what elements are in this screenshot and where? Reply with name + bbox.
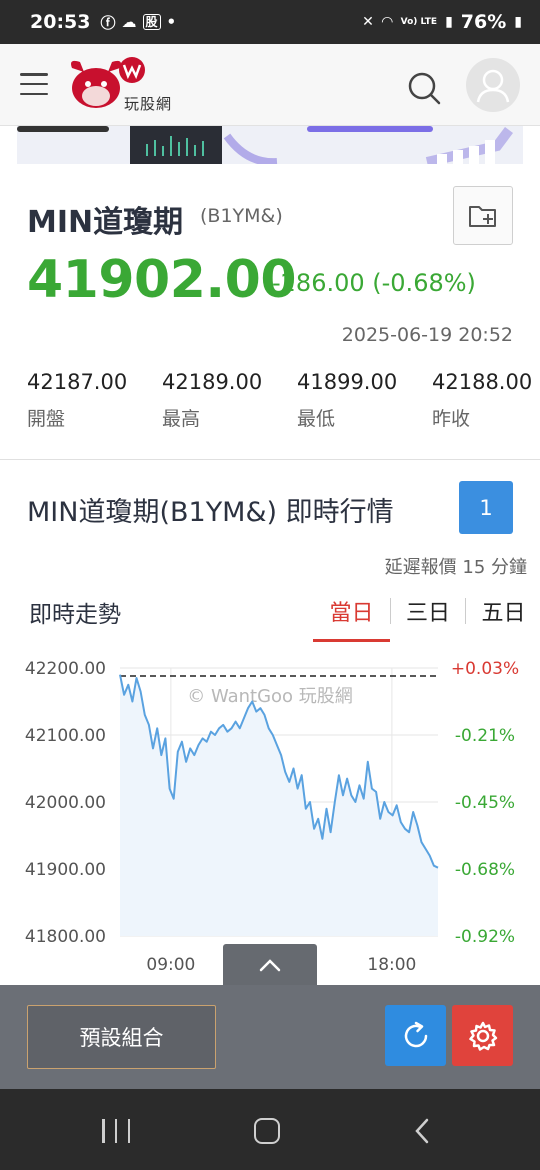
last-price: 41902.00: [27, 250, 297, 310]
add-to-folder-button[interactable]: [453, 186, 513, 245]
tab-three-day[interactable]: 三日: [391, 590, 465, 642]
promo-banner[interactable]: [17, 126, 523, 164]
period-tabs: 當日 三日 五日: [313, 590, 540, 642]
instrument-code: (B1YM&): [200, 205, 283, 227]
stat-label: 昨收: [432, 408, 471, 430]
status-bar: 20:53 ⓕ ☁ 股 • ✕ ◠ Vo) LTE ▮ 76% ▮: [0, 0, 540, 44]
logo-text: 玩股網: [124, 95, 173, 113]
banner-graphic: [17, 126, 513, 164]
refresh-icon: [404, 1021, 427, 1047]
stat-prev-close: 42188.00 昨收: [432, 370, 540, 431]
y-right-tick-label: -0.45%: [455, 793, 515, 813]
preset-button[interactable]: 預設組合: [27, 1005, 216, 1069]
stat-label: 最低: [297, 408, 336, 430]
mute-icon: ✕: [362, 14, 374, 30]
status-notification-icons: ⓕ ☁ 股 •: [100, 12, 176, 33]
wifi-icon: ◠: [381, 14, 393, 30]
battery-icon: ▮: [514, 14, 522, 30]
y-right-tick-label: +0.03%: [451, 659, 519, 679]
home-icon[interactable]: [254, 1118, 280, 1144]
folder-plus-icon: [469, 205, 496, 227]
back-icon[interactable]: [410, 1117, 436, 1145]
instrument-name: MIN道瓊期: [27, 205, 184, 240]
hamburger-icon[interactable]: [20, 73, 48, 95]
battery-level: 76%: [460, 11, 507, 33]
y-right-tick-label: -0.92%: [455, 927, 515, 947]
collapse-button[interactable]: [223, 944, 317, 986]
tab-five-day[interactable]: 五日: [466, 590, 540, 642]
chart-svg: 42200.00 +0.03% 42100.00 -0.21% 42000.00 -0.4…: [25, 659, 519, 975]
y-right-tick-label: -0.21%: [455, 726, 515, 746]
quote-card: MIN道瓊期 (B1YM&) 41902.00 -286.00 (-0.68%)…: [0, 165, 540, 460]
chart-watermark: © WantGoo 玩股網: [187, 686, 353, 707]
intraday-chart[interactable]: 42200.00 +0.03% 42100.00 -0.21% 42000.00 -0.4…: [0, 650, 540, 985]
stat-high: 42189.00 最高: [162, 370, 297, 431]
gear-icon: [468, 1021, 497, 1051]
settings-button[interactable]: [452, 1005, 513, 1066]
stat-label: 最高: [162, 408, 201, 430]
cloud-icon: ☁: [121, 13, 137, 31]
stat-value: 41899.00: [297, 370, 398, 394]
y-tick-label: 42000.00: [25, 793, 106, 813]
ohlc-stats: 42187.00 開盤 42189.00 最高 41899.00 最低 4218…: [27, 370, 540, 440]
stat-value: 42188.00: [432, 370, 533, 394]
stat-label: 開盤: [27, 408, 66, 430]
delay-note: 延遲報價 15 分鐘: [384, 557, 527, 578]
status-time: 20:53: [30, 11, 91, 33]
stat-open: 42187.00 開盤: [27, 370, 162, 431]
y-tick-label: 41800.00: [25, 927, 106, 947]
bottom-toolbar: 預設組合: [0, 985, 540, 1089]
stat-low: 41899.00 最低: [297, 370, 432, 431]
search-icon[interactable]: [406, 70, 442, 106]
signal-text: Vo) LTE: [400, 17, 438, 27]
signal-icon: ▮: [445, 14, 453, 30]
x-tick-label: 18:00: [367, 955, 416, 975]
refresh-button[interactable]: [385, 1005, 446, 1066]
user-icon: [476, 69, 510, 103]
y-tick-label: 42100.00: [25, 726, 106, 746]
dot-icon: •: [166, 13, 177, 31]
stat-value: 42187.00: [27, 370, 128, 394]
stock-app-badge: 股: [142, 14, 161, 30]
tab-today[interactable]: 當日: [313, 590, 390, 642]
status-system-icons: ✕ ◠ Vo) LTE ▮ 76% ▮: [362, 11, 522, 33]
user-avatar[interactable]: [466, 58, 520, 112]
app-header: 玩股網: [0, 44, 540, 126]
y-tick-label: 42200.00: [25, 659, 106, 679]
stat-value: 42189.00: [162, 370, 263, 394]
chevron-up-icon: [259, 959, 281, 972]
y-right-tick-label: -0.68%: [455, 860, 515, 880]
trend-label: 即時走勢: [29, 602, 121, 628]
x-tick-label: 09:00: [146, 955, 195, 975]
area-fill: [120, 674, 438, 936]
count-button[interactable]: 1: [459, 481, 513, 534]
live-quote-title: MIN道瓊期(B1YM&) 即時行情: [27, 497, 394, 528]
facebook-icon: ⓕ: [100, 13, 116, 32]
recent-apps-icon[interactable]: [102, 1119, 130, 1143]
android-nav-bar: [0, 1089, 540, 1170]
quote-timestamp: 2025-06-19 20:52: [341, 324, 513, 346]
price-change: -286.00 (-0.68%): [272, 269, 476, 297]
y-tick-label: 41900.00: [25, 860, 106, 880]
